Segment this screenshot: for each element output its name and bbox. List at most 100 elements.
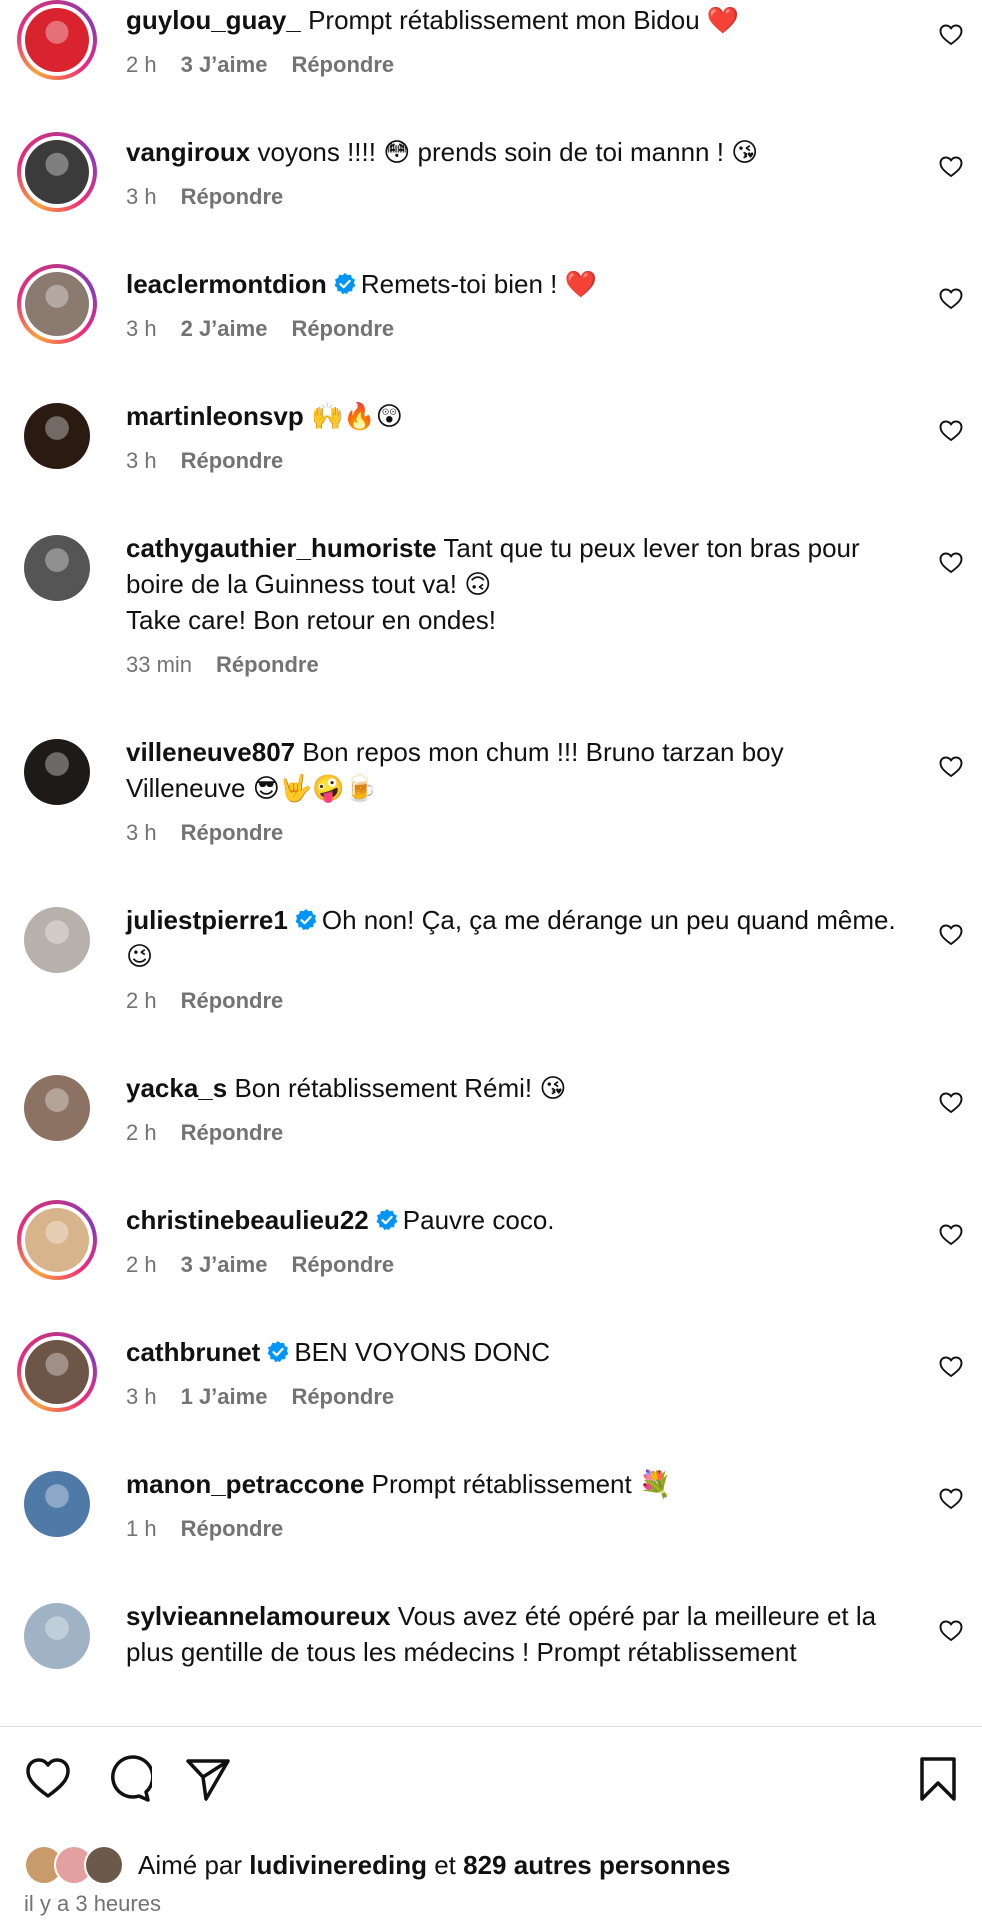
verified-badge-icon — [295, 909, 317, 931]
comment-like-heart-icon[interactable] — [938, 22, 964, 48]
comment-meta: 2 h 3 J’aime Répondre — [126, 1252, 902, 1278]
send-icon[interactable] — [184, 1755, 232, 1803]
avatar[interactable] — [25, 8, 89, 72]
comment-text-line: leaclermontdion Remets-toi bien ! ❤️ — [126, 266, 902, 302]
avatar-ring[interactable] — [17, 1596, 97, 1676]
username-link[interactable]: yacka_s — [126, 1073, 227, 1103]
liked-by-avatars — [24, 1845, 124, 1885]
comment-like-heart-icon[interactable] — [938, 922, 964, 948]
comment-text-line: martinleonsvp 🙌🔥😲 — [126, 398, 902, 434]
comment-like-heart-icon[interactable] — [938, 1618, 964, 1644]
comment-meta: 33 min Répondre — [126, 652, 902, 678]
avatar[interactable] — [24, 403, 90, 469]
reply-button[interactable]: Répondre — [291, 52, 394, 78]
avatar[interactable] — [25, 1340, 89, 1404]
avatar-ring[interactable] — [17, 1332, 97, 1412]
comment-body: cathygauthier_humoriste Tant que tu peux… — [126, 530, 902, 678]
action-buttons — [0, 1727, 982, 1827]
username-link[interactable]: sylvieannelamoureux — [126, 1601, 390, 1631]
liked-prefix: Aimé par — [138, 1849, 243, 1880]
reply-button[interactable]: Répondre — [181, 1516, 284, 1542]
comment-text-line: manon_petraccone Prompt rétablissement 💐 — [126, 1466, 902, 1502]
comment-time: 2 h — [126, 1120, 157, 1145]
comment-like-heart-icon[interactable] — [938, 550, 964, 576]
verified-badge-icon — [334, 273, 356, 295]
liked-others-link[interactable]: 829 autres personnes — [463, 1850, 730, 1881]
comment-like-heart-icon[interactable] — [938, 286, 964, 312]
comment-body: yacka_s Bon rétablissement Rémi! 😘 2 h Rép… — [126, 1070, 902, 1146]
comments-list: guylou_guay_ Prompt rétablissement mon B… — [0, 0, 982, 1726]
username-link[interactable]: juliestpierre1 — [126, 905, 288, 935]
bookmark-icon[interactable] — [914, 1755, 962, 1803]
verified-badge-icon — [267, 1341, 289, 1363]
comment-body: leaclermontdion Remets-toi bien ! ❤️ 3 h 2 … — [126, 266, 902, 342]
comment-like-heart-icon[interactable] — [938, 1354, 964, 1380]
comment-body: villeneuve807 Bon repos mon chum !!! Bru… — [126, 734, 902, 846]
reply-button[interactable]: Répondre — [181, 1120, 284, 1146]
comment-text-line: vangiroux voyons !!!! 😳 prends soin de t… — [126, 134, 902, 170]
comment-like-heart-icon[interactable] — [938, 1486, 964, 1512]
comment-body: manon_petraccone Prompt rétablissement 💐… — [126, 1466, 902, 1542]
comment-text: Pauvre coco. — [402, 1205, 555, 1235]
username-link[interactable]: cathbrunet — [126, 1337, 260, 1367]
comment-like-heart-icon[interactable] — [938, 754, 964, 780]
avatar-ring[interactable] — [17, 900, 97, 980]
comment-time: 3 h — [126, 820, 157, 845]
comment-like-heart-icon[interactable] — [938, 154, 964, 180]
reply-button[interactable]: Répondre — [291, 316, 394, 342]
comment-text: Prompt rétablissement 💐 — [371, 1469, 672, 1499]
avatar[interactable] — [24, 535, 90, 601]
username-link[interactable]: guylou_guay_ — [126, 5, 301, 35]
liked-by-summary[interactable]: Aimé par ludivinereding et 829 autres pe… — [24, 1845, 730, 1885]
comment-likes-link[interactable]: 1 J’aime — [181, 1384, 268, 1410]
avatar-ring[interactable] — [17, 732, 97, 812]
avatar-ring[interactable] — [17, 264, 97, 344]
comment-likes-link[interactable]: 3 J’aime — [181, 52, 268, 78]
reply-button[interactable]: Répondre — [291, 1384, 394, 1410]
avatar[interactable] — [24, 1603, 90, 1669]
comment-text-line: cathbrunet BEN VOYONS DONC — [126, 1334, 902, 1370]
avatar[interactable] — [25, 272, 89, 336]
avatar-ring[interactable] — [17, 1068, 97, 1148]
comment-likes-link[interactable]: 3 J’aime — [181, 1252, 268, 1278]
username-link[interactable]: cathygauthier_humoriste — [126, 533, 437, 563]
comment-body: juliestpierre1 Oh non! Ça, ça me dérange … — [126, 902, 902, 1014]
reply-button[interactable]: Répondre — [216, 652, 319, 678]
username-link[interactable]: christinebeaulieu22 — [126, 1205, 369, 1235]
liked-user-link[interactable]: ludivinereding — [249, 1850, 427, 1881]
avatar-ring[interactable] — [17, 0, 97, 80]
reply-button[interactable]: Répondre — [181, 988, 284, 1014]
avatar[interactable] — [24, 1471, 90, 1537]
reply-button[interactable]: Répondre — [291, 1252, 394, 1278]
heart-icon[interactable] — [24, 1755, 72, 1803]
username-link[interactable]: villeneuve807 — [126, 737, 295, 767]
reply-button[interactable]: Répondre — [181, 448, 284, 474]
username-link[interactable]: martinleonsvp — [126, 401, 304, 431]
reply-button[interactable]: Répondre — [181, 184, 284, 210]
comment-like-heart-icon[interactable] — [938, 1222, 964, 1248]
avatar[interactable] — [24, 739, 90, 805]
username-link[interactable]: manon_petraccone — [126, 1469, 364, 1499]
comment-time: 3 h — [126, 316, 157, 341]
username-link[interactable]: vangiroux — [126, 137, 250, 167]
comment-like-heart-icon[interactable] — [938, 418, 964, 444]
avatar-ring[interactable] — [17, 528, 97, 608]
reply-button[interactable]: Répondre — [181, 820, 284, 846]
avatar[interactable] — [24, 907, 90, 973]
username-link[interactable]: leaclermontdion — [126, 269, 327, 299]
comment-likes-link[interactable]: 2 J’aime — [181, 316, 268, 342]
comment-text-line: christinebeaulieu22 Pauvre coco. — [126, 1202, 902, 1238]
comment-icon[interactable] — [104, 1755, 152, 1803]
comment-body: cathbrunet BEN VOYONS DONC 3 h 1 J’aime Répo… — [126, 1334, 902, 1410]
avatar[interactable] — [24, 1075, 90, 1141]
comment-meta: 3 h 2 J’aime Répondre — [126, 316, 902, 342]
avatar-ring[interactable] — [17, 132, 97, 212]
comment-meta: 2 h Répondre — [126, 988, 902, 1014]
avatar[interactable] — [25, 140, 89, 204]
avatar-ring[interactable] — [17, 1200, 97, 1280]
avatar[interactable] — [25, 1208, 89, 1272]
avatar-ring[interactable] — [17, 396, 97, 476]
avatar-ring[interactable] — [17, 1464, 97, 1544]
comment-like-heart-icon[interactable] — [938, 1090, 964, 1116]
comment-time: 33 min — [126, 652, 193, 677]
